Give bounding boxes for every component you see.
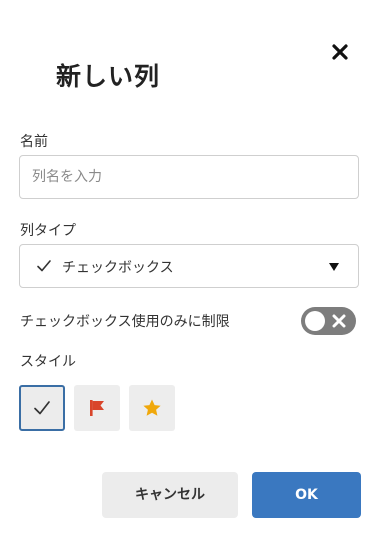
checkmark-icon [37,260,51,272]
style-option-flag[interactable] [74,385,120,431]
column-name-input[interactable] [19,155,359,199]
flag-icon [90,400,104,416]
column-type-select[interactable]: チェックボックス [19,244,359,288]
caret-down-icon [329,263,339,271]
column-type-label: 列タイプ [20,223,76,239]
cancel-button[interactable]: キャンセル [102,472,238,518]
checkmark-icon [34,401,50,415]
close-icon [332,314,346,328]
restrict-toggle[interactable] [301,307,356,335]
toggle-knob [305,311,325,331]
column-type-value: チェックボックス [62,260,174,276]
dialog-title: 新しい列 [56,62,161,91]
ok-button[interactable]: OK [252,472,361,518]
star-icon [143,399,161,416]
new-column-dialog: 新しい列 名前 列タイプ チェックボックス チェックボックス使用のみに制限 スタ… [0,0,389,534]
restrict-toggle-label: チェックボックス使用のみに制限 [20,314,230,330]
close-icon[interactable] [330,42,350,62]
style-label: スタイル [20,354,76,370]
style-option-checkmark[interactable] [19,385,65,431]
name-label: 名前 [20,134,48,150]
style-option-star[interactable] [129,385,175,431]
